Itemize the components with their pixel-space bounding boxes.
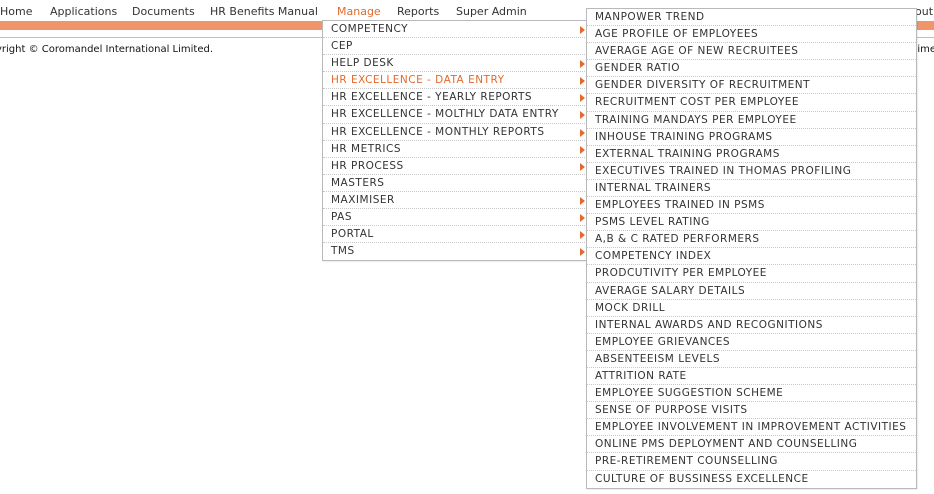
- menu-item-label: HR EXCELLENCE - MOLTHLY DATA ENTRY: [331, 108, 559, 121]
- submenu-item[interactable]: AVERAGE AGE OF NEW RECRUITEES: [587, 43, 916, 61]
- submenu-item[interactable]: ABSENTEEISM LEVELS: [587, 351, 916, 368]
- submenu-item[interactable]: INHOUSE TRAINING PROGRAMS: [587, 129, 916, 146]
- submenu-item[interactable]: PRODCUTIVITY PER EMPLOYEE: [587, 265, 916, 283]
- manage-menu-item[interactable]: CEP: [323, 38, 589, 56]
- submenu-arrow-icon: [580, 145, 585, 154]
- nav-manage[interactable]: Manage: [337, 5, 381, 18]
- manage-menu-item[interactable]: MAXIMISER: [323, 192, 589, 210]
- manage-menu-item[interactable]: HR PROCESS: [323, 158, 589, 175]
- submenu-item[interactable]: RECRUITMENT COST PER EMPLOYEE: [587, 94, 916, 112]
- submenu-arrow-icon: [580, 77, 585, 86]
- submenu-item[interactable]: PSMS LEVEL RATING: [587, 214, 916, 232]
- submenu-item[interactable]: INTERNAL TRAINERS: [587, 180, 916, 198]
- submenu-arrow-icon: [580, 111, 585, 120]
- submenu-item[interactable]: EXECUTIVES TRAINED IN THOMAS PROFILING: [587, 163, 916, 180]
- menu-item-label: PORTAL: [331, 228, 374, 241]
- submenu-arrow-icon: [580, 94, 585, 103]
- app-root: Home Applications Documents HR Benefits …: [0, 0, 934, 494]
- submenu-item[interactable]: AGE PROFILE OF EMPLOYEES: [587, 26, 916, 44]
- menu-item-label: COMPETENCY: [331, 23, 409, 35]
- manage-menu-item[interactable]: TMS: [323, 243, 589, 260]
- nav-super-admin[interactable]: Super Admin: [456, 5, 527, 18]
- submenu-item[interactable]: EMPLOYEE GRIEVANCES: [587, 334, 916, 351]
- nav-reports[interactable]: Reports: [397, 5, 439, 18]
- menu-item-label: HR PROCESS: [331, 159, 404, 172]
- manage-menu-item[interactable]: HR EXCELLENCE - YEARLY REPORTS: [323, 89, 589, 107]
- menu-item-label: HELP DESK: [331, 57, 394, 70]
- manage-dropdown-menu: COMPETENCY CEP HELP DESK HR EXCELLENCE - DA…: [322, 20, 590, 262]
- manage-menu-item[interactable]: HELP DESK: [323, 55, 589, 73]
- submenu-arrow-icon: [580, 231, 585, 240]
- nav-home[interactable]: Home: [0, 5, 32, 18]
- menu-item-label: HR EXCELLENCE - YEARLY REPORTS: [331, 91, 533, 104]
- manage-menu-item[interactable]: MASTERS: [323, 175, 589, 192]
- submenu-item[interactable]: EMPLOYEE INVOLVEMENT IN IMPROVEMENT ACTI…: [587, 419, 916, 437]
- copyright-text: yright © Coromandel International Limite…: [0, 44, 214, 55]
- submenu-item[interactable]: EMPLOYEES TRAINED IN PSMS: [587, 197, 916, 215]
- menu-item-label: CEP: [331, 40, 353, 53]
- submenu-item[interactable]: SENSE OF PURPOSE VISITS: [587, 402, 916, 420]
- menu-item-label: HR EXCELLENCE - MONTHLY REPORTS: [331, 125, 545, 138]
- manage-menu-item[interactable]: COMPETENCY: [323, 21, 589, 39]
- menu-item-label: MAXIMISER: [331, 193, 395, 206]
- submenu-item[interactable]: EXTERNAL TRAINING PROGRAMS: [587, 146, 916, 163]
- manage-menu-item[interactable]: HR EXCELLENCE - MOLTHLY DATA ENTRY: [323, 106, 589, 124]
- submenu-item[interactable]: CULTURE OF BUSSINESS EXCELLENCE: [587, 471, 916, 488]
- submenu-item[interactable]: MANPOWER TREND: [587, 9, 916, 27]
- submenu-arrow-icon: [580, 60, 585, 69]
- submenu-arrow-icon: [580, 26, 585, 34]
- submenu-item[interactable]: EMPLOYEE SUGGESTION SCHEME: [587, 385, 916, 403]
- submenu-item[interactable]: GENDER DIVERSITY OF RECRUITMENT: [587, 77, 916, 95]
- manage-menu-item[interactable]: HR METRICS: [323, 141, 589, 158]
- submenu-item[interactable]: ATTRITION RATE: [587, 368, 916, 386]
- submenu-item[interactable]: TRAINING MANDAYS PER EMPLOYEE: [587, 112, 916, 129]
- submenu-item[interactable]: INTERNAL AWARDS AND RECOGNITIONS: [587, 317, 916, 334]
- submenu-arrow-icon: [580, 214, 585, 223]
- menu-item-label: TMS: [331, 245, 355, 258]
- nav-logout-fragment[interactable]: out: [915, 5, 933, 18]
- nav-hr-benefits-manual[interactable]: HR Benefits Manual: [210, 5, 318, 18]
- hr-excellence-data-entry-submenu: MANPOWER TREND AGE PROFILE OF EMPLOYEES AV…: [586, 8, 917, 489]
- submenu-item[interactable]: ONLINE PMS DEPLOYMENT AND COUNSELLING: [587, 436, 916, 454]
- submenu-arrow-icon: [580, 248, 585, 257]
- submenu-arrow-icon: [580, 196, 585, 205]
- menu-item-label: PAS: [331, 211, 353, 224]
- submenu-item[interactable]: A,B & C RATED PERFORMERS: [587, 231, 916, 249]
- submenu-item[interactable]: GENDER RATIO: [587, 60, 916, 78]
- manage-menu-item[interactable]: HR EXCELLENCE - DATA ENTRY: [323, 72, 589, 90]
- menu-item-label: MASTERS: [331, 176, 385, 189]
- menu-item-label: HR EXCELLENCE - DATA ENTRY: [331, 74, 505, 87]
- submenu-arrow-icon: [580, 128, 585, 137]
- submenu-item[interactable]: COMPETENCY INDEX: [587, 248, 916, 266]
- submenu-item[interactable]: MOCK DRILL: [587, 300, 916, 317]
- manage-menu-item[interactable]: PORTAL: [323, 226, 589, 244]
- menu-item-label: HR METRICS: [331, 142, 402, 155]
- submenu-item[interactable]: AVERAGE SALARY DETAILS: [587, 283, 916, 300]
- manage-menu-item[interactable]: PAS: [323, 209, 589, 227]
- nav-applications[interactable]: Applications: [50, 5, 117, 18]
- nav-documents[interactable]: Documents: [132, 5, 195, 18]
- submenu-item[interactable]: PRE-RETIREMENT COUNSELLING: [587, 453, 916, 471]
- submenu-arrow-icon: [580, 162, 585, 171]
- manage-menu-item[interactable]: HR EXCELLENCE - MONTHLY REPORTS: [323, 124, 589, 141]
